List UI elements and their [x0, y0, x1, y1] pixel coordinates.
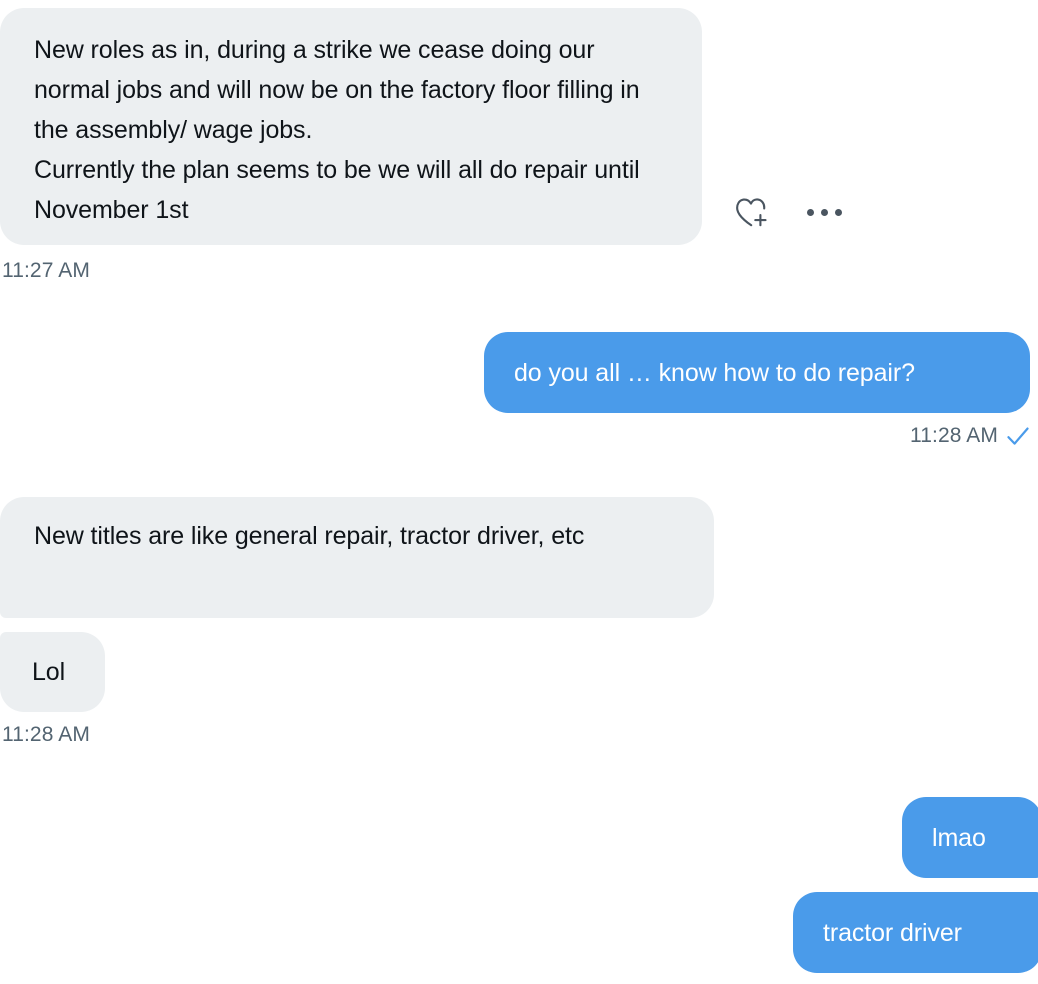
dot: [806, 208, 814, 216]
message-text: Lol: [32, 658, 66, 686]
heart-plus-icon[interactable]: [732, 192, 772, 232]
dot: [820, 208, 828, 216]
message-thread: New roles as in, during a strike we ceas…: [0, 0, 1038, 984]
check-icon: [1006, 425, 1030, 447]
message-timestamp: 11:28 AM: [910, 423, 1030, 449]
timestamp-text: 11:28 AM: [910, 424, 998, 447]
message-bubble-outgoing[interactable]: do you all … know how to do repair?: [484, 332, 1030, 413]
message-bubble-incoming[interactable]: New roles as in, during a strike we ceas…: [0, 8, 702, 245]
message-text: New titles are like general repair, trac…: [34, 522, 585, 550]
dot: [834, 208, 842, 216]
message-text: do you all … know how to do repair?: [514, 358, 915, 387]
message-text: tractor driver: [823, 918, 962, 947]
message-bubble-outgoing[interactable]: lmao: [902, 797, 1038, 878]
message-text: New roles as in, during a strike we ceas…: [34, 36, 640, 224]
message-bubble-outgoing[interactable]: tractor driver: [793, 892, 1038, 973]
more-dots: [806, 208, 842, 216]
message-timestamp: 11:28 AM: [2, 722, 90, 748]
message-bubble-incoming[interactable]: New titles are like general repair, trac…: [0, 497, 714, 618]
message-timestamp: 11:27 AM: [2, 258, 90, 284]
message-actions: [732, 192, 844, 232]
timestamp-text: 11:27 AM: [2, 259, 90, 282]
message-bubble-incoming[interactable]: Lol: [0, 632, 105, 712]
timestamp-text: 11:28 AM: [2, 723, 90, 746]
message-text: lmao: [932, 823, 986, 852]
more-horizontal-icon[interactable]: [804, 192, 844, 232]
